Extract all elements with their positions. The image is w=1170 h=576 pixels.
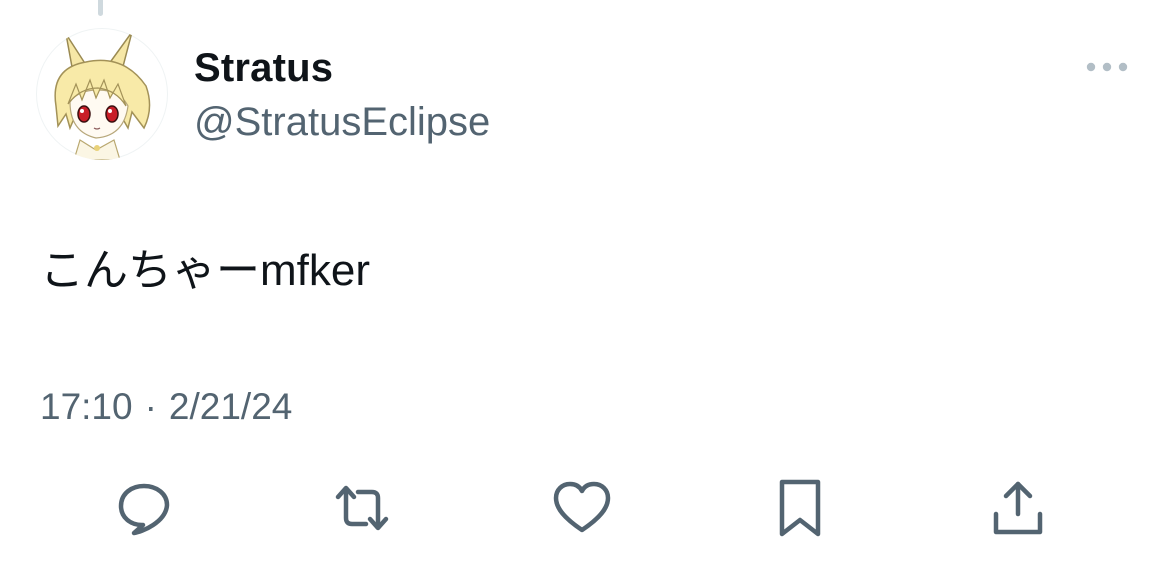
tweet-time: 17:10	[40, 386, 133, 427]
timestamp-separator: ·	[144, 386, 157, 427]
tweet-date: 2/21/24	[168, 386, 293, 427]
share-button[interactable]	[986, 476, 1050, 540]
heart-icon	[553, 481, 611, 533]
more-options-button[interactable]	[1080, 50, 1134, 84]
display-name[interactable]: Stratus	[194, 44, 333, 92]
reply-icon	[118, 483, 170, 536]
like-button[interactable]	[550, 476, 614, 540]
avatar[interactable]	[36, 28, 168, 160]
more-dots-icon	[1086, 62, 1128, 72]
reply-button[interactable]	[112, 476, 176, 540]
thread-connector-line	[98, 0, 103, 16]
anime-avatar-icon	[54, 31, 151, 160]
retweet-icon	[335, 485, 389, 531]
user-handle[interactable]: @StratusEclipse	[194, 98, 490, 146]
share-icon	[993, 481, 1043, 535]
action-bar	[0, 476, 1170, 540]
bookmark-button[interactable]	[768, 476, 832, 540]
tweet-text: こんちゃーmfker	[40, 246, 370, 295]
tweet-timestamp[interactable]: 17:10 · 2/21/24	[40, 384, 292, 430]
bookmark-icon	[779, 479, 821, 537]
retweet-button[interactable]	[330, 476, 394, 540]
